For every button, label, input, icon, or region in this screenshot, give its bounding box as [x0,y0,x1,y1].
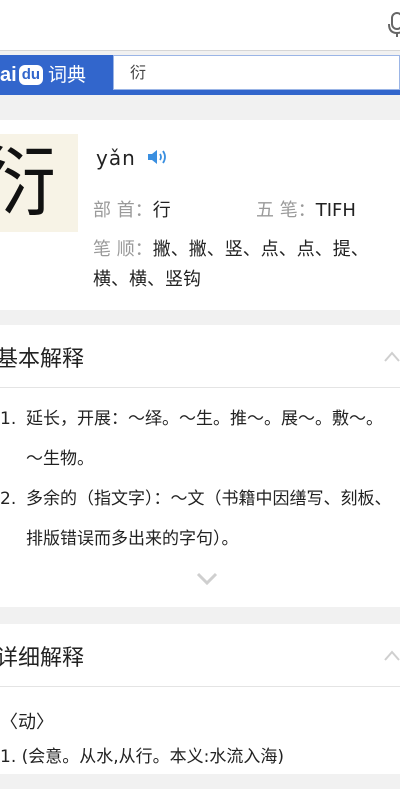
wubi-row: 五 笔：TIFH [256,196,356,222]
wubi-label: 五 笔： [256,200,316,221]
expand-chevron-icon[interactable] [196,571,218,590]
detailed-explanation-card: 详细解释 〈动〉 1. (会意。从水,从行。本义:水流入海) [0,624,400,774]
definition-text: 多余的（指文字）：～文（书籍中因缮写、刻板、排版错误而多出来的字句）。 [26,489,392,549]
baidu-dictionary-logo[interactable]: ai du 词典 [0,59,86,91]
definition-item: 1. 延长，开展：～绎。～生。推～。展～。敷～。～生物。 [0,399,400,479]
speaker-icon[interactable] [147,149,167,169]
character-glyph: 衍 [0,138,56,227]
pinyin: yǎn [96,146,136,170]
radical-row: 部 首：行 [93,196,171,222]
basic-explanation-card: 基本解释 1. 延长，开展：～绎。～生。推～。展～。敷～。～生物。 2. 多余的… [0,325,400,607]
collapse-caret-icon[interactable] [384,646,400,665]
detailed-explanation-title: 详细解释 [0,646,85,671]
character-display: 衍 [0,134,78,232]
definition-text: (会意。从水,从行。本义:水流入海) [21,747,285,767]
wubi-value: TIFH [315,200,356,221]
definition-item: 2. 多余的（指文字）：～文（书籍中因缮写、刻板、排版错误而多出来的字句）。 [0,479,400,559]
radical-label: 部 首： [93,200,153,221]
radical-value: 行 [152,200,171,221]
baidu-dict-header: ai du 词典 衍 [0,55,400,95]
character-card: 衍 yǎn 部 首：行 五 笔：TIFH 笔 顺：撇、撇、竖、点、点、提、横、横… [0,120,400,310]
part-of-speech: 〈动〉 [0,712,54,733]
logo-subtitle: 词典 [48,65,87,86]
search-input[interactable]: 衍 [113,55,400,90]
collapse-caret-icon[interactable] [384,347,400,366]
divider [0,387,400,388]
logo-du-badge: du [18,65,44,85]
browser-top-bar [0,0,400,51]
stroke-order-label: 笔 顺： [93,239,153,260]
logo-bai: ai [0,64,17,86]
definition-number: 2. [0,489,17,509]
divider [0,686,400,687]
detailed-definition-item: 1. (会意。从水,从行。本义:水流入海) [0,742,284,767]
basic-explanation-title: 基本解释 [0,347,85,372]
microphone-icon[interactable] [388,12,400,38]
definition-number: 1. [0,747,17,767]
definition-number: 1. [0,409,17,429]
definition-text: 延长，开展：～绎。～生。推～。展～。敷～。～生物。 [26,409,383,469]
stroke-order-row: 笔 顺：撇、撇、竖、点、点、提、横、横、竖钩 [93,235,393,295]
basic-definition-list: 1. 延长，开展：～绎。～生。推～。展～。敷～。～生物。 2. 多余的（指文字）… [0,399,400,559]
